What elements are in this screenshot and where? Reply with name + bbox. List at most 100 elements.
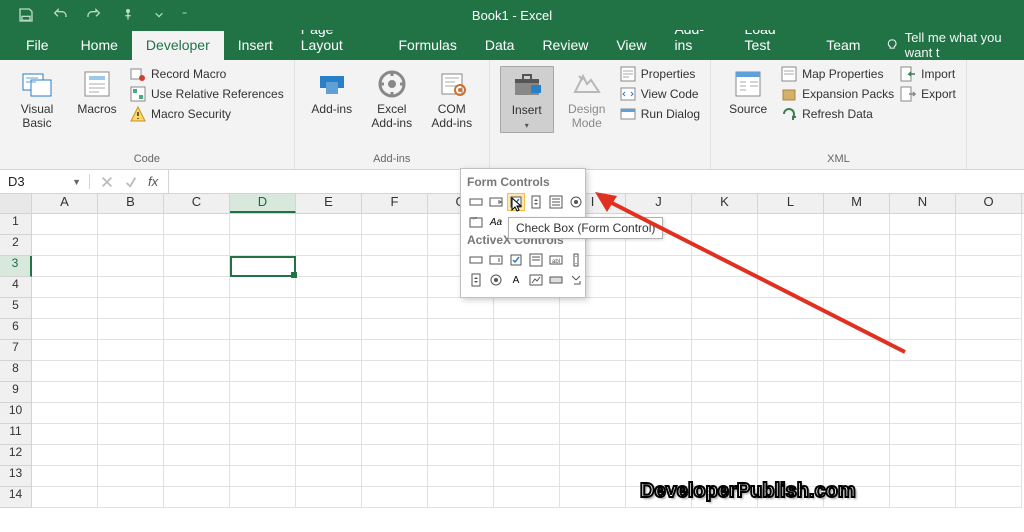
cell[interactable]: [956, 424, 1022, 445]
tab-review[interactable]: Review: [528, 31, 602, 60]
cell[interactable]: [890, 424, 956, 445]
cell[interactable]: [362, 340, 428, 361]
cell[interactable]: [230, 487, 296, 508]
cell[interactable]: [32, 256, 98, 277]
cell[interactable]: [890, 487, 956, 508]
cell[interactable]: [560, 403, 626, 424]
cell[interactable]: [362, 214, 428, 235]
cell[interactable]: [98, 466, 164, 487]
cell[interactable]: [890, 445, 956, 466]
cell[interactable]: [98, 445, 164, 466]
button-control-icon[interactable]: [467, 193, 485, 211]
cell[interactable]: [428, 487, 494, 508]
cell[interactable]: [362, 277, 428, 298]
cell[interactable]: [890, 466, 956, 487]
col-header[interactable]: C: [164, 194, 230, 213]
cell[interactable]: [956, 466, 1022, 487]
cell[interactable]: [428, 319, 494, 340]
qat-more-icon[interactable]: ⁼: [182, 10, 187, 21]
cell[interactable]: [494, 424, 560, 445]
cell[interactable]: [362, 235, 428, 256]
properties-button[interactable]: Properties: [620, 66, 700, 82]
cell[interactable]: [230, 319, 296, 340]
source-button[interactable]: Source: [721, 66, 775, 117]
cell[interactable]: [230, 382, 296, 403]
cell[interactable]: [32, 298, 98, 319]
row-header[interactable]: 8: [0, 361, 32, 382]
cell[interactable]: [956, 214, 1022, 235]
cell[interactable]: [758, 403, 824, 424]
ax-toggle-button-icon[interactable]: [547, 271, 565, 289]
cell[interactable]: [296, 403, 362, 424]
cell[interactable]: [956, 319, 1022, 340]
ax-spin-button-icon[interactable]: [467, 271, 485, 289]
cell[interactable]: [560, 382, 626, 403]
cell[interactable]: [362, 319, 428, 340]
cell[interactable]: [32, 235, 98, 256]
cell[interactable]: [956, 361, 1022, 382]
cell[interactable]: [560, 487, 626, 508]
row-header[interactable]: 14: [0, 487, 32, 508]
cell[interactable]: [296, 340, 362, 361]
cell[interactable]: [956, 340, 1022, 361]
com-addins-button[interactable]: COM Add-ins: [425, 66, 479, 131]
cell[interactable]: [230, 256, 296, 277]
cell[interactable]: [758, 445, 824, 466]
cell[interactable]: [428, 403, 494, 424]
cell[interactable]: [956, 277, 1022, 298]
cell[interactable]: [32, 424, 98, 445]
cell[interactable]: [362, 298, 428, 319]
row-header[interactable]: 10: [0, 403, 32, 424]
cell[interactable]: [32, 466, 98, 487]
cell[interactable]: [890, 382, 956, 403]
cell[interactable]: [296, 466, 362, 487]
row-header[interactable]: 4: [0, 277, 32, 298]
record-macro-button[interactable]: Record Macro: [130, 66, 284, 82]
cell[interactable]: [230, 277, 296, 298]
cell[interactable]: [626, 403, 692, 424]
view-code-button[interactable]: View Code: [620, 86, 700, 102]
export-button[interactable]: Export: [900, 86, 956, 102]
cell[interactable]: [494, 361, 560, 382]
cell[interactable]: [428, 466, 494, 487]
row-header[interactable]: 2: [0, 235, 32, 256]
cell[interactable]: [164, 487, 230, 508]
excel-addins-button[interactable]: Excel Add-ins: [365, 66, 419, 131]
cell[interactable]: [824, 424, 890, 445]
cell[interactable]: [98, 235, 164, 256]
cell[interactable]: [230, 466, 296, 487]
row-header[interactable]: 6: [0, 319, 32, 340]
cell[interactable]: [890, 403, 956, 424]
cell[interactable]: [164, 424, 230, 445]
ax-option-button-icon[interactable]: [487, 271, 505, 289]
run-dialog-button[interactable]: Run Dialog: [620, 106, 700, 122]
cell[interactable]: [692, 445, 758, 466]
row-header[interactable]: 7: [0, 340, 32, 361]
cell[interactable]: [956, 298, 1022, 319]
cell[interactable]: [98, 319, 164, 340]
customize-qat-icon[interactable]: [154, 10, 164, 20]
macro-security-button[interactable]: Macro Security: [130, 106, 284, 122]
row-header[interactable]: 1: [0, 214, 32, 235]
cell[interactable]: [296, 445, 362, 466]
row-header[interactable]: 3: [0, 256, 32, 277]
cell[interactable]: [296, 319, 362, 340]
cell[interactable]: [98, 214, 164, 235]
cell[interactable]: [98, 298, 164, 319]
import-button[interactable]: Import: [900, 66, 956, 82]
cell[interactable]: [230, 235, 296, 256]
cell[interactable]: [98, 382, 164, 403]
cell[interactable]: [428, 361, 494, 382]
cell[interactable]: [98, 277, 164, 298]
list-box-control-icon[interactable]: [547, 193, 565, 211]
chevron-down-icon[interactable]: ▼: [72, 177, 81, 187]
cell[interactable]: [32, 403, 98, 424]
cell[interactable]: [164, 214, 230, 235]
save-icon[interactable]: [18, 7, 34, 23]
cell[interactable]: [98, 487, 164, 508]
tab-insert[interactable]: Insert: [224, 31, 287, 60]
cell[interactable]: [230, 298, 296, 319]
tell-me-search[interactable]: Tell me what you want t: [886, 30, 1024, 60]
macros-button[interactable]: Macros: [70, 66, 124, 117]
cell[interactable]: [956, 403, 1022, 424]
